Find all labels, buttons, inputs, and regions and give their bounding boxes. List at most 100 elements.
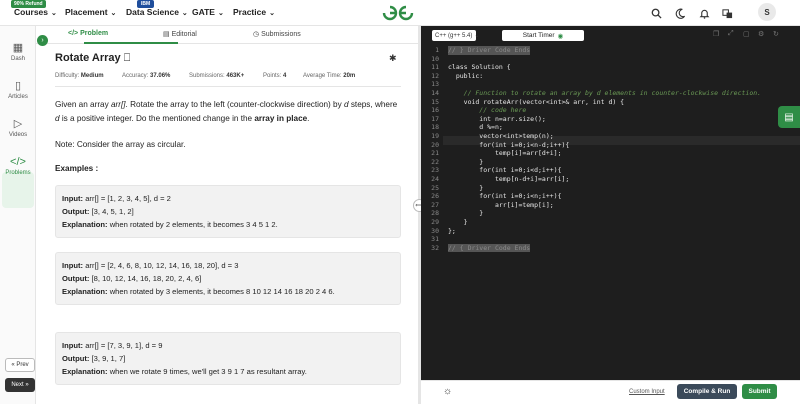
rail-active-highlight [2,172,34,208]
nav-courses[interactable]: Courses ⌄ [14,7,57,17]
code-text: } [448,209,484,218]
code-text: for(int i=0;i<n;i++){ [448,192,562,201]
code-line[interactable]: 12 public: [421,72,800,81]
code-text: } [448,218,468,226]
chat-icon[interactable]: ▤ [778,106,800,128]
code-line[interactable]: 30}; [421,227,800,236]
rail-problems-label: Problems [5,170,31,176]
line-number: 17 [431,114,439,123]
lightbulb-icon[interactable]: ☼ [443,386,452,397]
code-line[interactable]: 32 // { Driver Code Ends [421,243,800,253]
book-icon: ▯ [14,80,22,92]
code-line[interactable]: 13 [421,80,800,89]
search-icon[interactable] [649,6,663,20]
code-line[interactable]: 26 for(int i=0;i<n;i++){ [421,192,800,201]
line-number: 27 [431,200,439,209]
start-timer-button[interactable]: Start Timer ◉ [502,30,584,41]
code-line[interactable]: 20 for(int i=0;i<n-d;i++){ [421,141,800,150]
bell-icon[interactable] [697,6,711,20]
code-line[interactable]: 27 arr[i]=temp[i]; [421,201,800,210]
translate-icon[interactable] [720,6,734,20]
line-number: 21 [431,149,439,158]
reset-icon[interactable]: ↻ [773,30,779,38]
custom-input-link[interactable]: Custom Input [629,389,665,395]
code-text: class Solution { [448,63,511,72]
code-line[interactable]: 29 } [421,218,800,227]
line-number: 31 [431,235,439,244]
next-button[interactable]: Next » [5,378,35,392]
tab-problem[interactable]: </> Problem [68,30,108,37]
line-number: 26 [431,192,439,201]
code-line[interactable]: 17 int n=arr.size(); [421,115,800,124]
settings-icon[interactable]: ⚙ [758,30,764,38]
line-number: 29 [431,218,439,226]
nav-practice[interactable]: Practice ⌄ [233,7,275,17]
expand-icon[interactable]: ⤢ [728,30,734,38]
line-number: 30 [431,226,439,235]
code-line[interactable]: 14 // Function to rotate an array by d e… [421,89,800,98]
code-line[interactable]: 28 } [421,209,800,218]
code-line[interactable]: 11 class Solution { [421,63,800,72]
line-number: 12 [431,71,439,80]
gfg-logo[interactable] [381,4,415,22]
code-line[interactable]: 22 } [421,158,800,167]
tab-submissions[interactable]: ◷ Submissions [253,30,301,38]
code-text: for(int i=0;i<n-d;i++){ [448,140,570,149]
chevron-down-icon: ⌄ [110,10,117,17]
line-number: 20 [431,140,439,149]
code-line[interactable]: 23 for(int i=0;i<d;i++){ [421,166,800,175]
code-line[interactable]: 1 // } Driver Code Ends [421,46,800,55]
nav-placement[interactable]: Placement ⌄ [65,7,116,17]
report-bug-icon[interactable]: ✱ [389,53,397,64]
clock-icon: ◷ [253,31,262,38]
editorial-icon: ▤ [163,31,172,38]
chevron-down-icon: ⌄ [217,10,224,17]
left-rail: ▦ Dash ▯ Articles ▷ Videos </> Problems … [0,26,36,404]
top-navbar: 90% Refund Courses ⌄ Placement ⌄ IBM Data … [0,0,800,26]
problem-title: Rotate Array ⎕ [55,52,131,64]
submit-button[interactable]: Submit [742,384,777,399]
code-text: temp[n-d+i]=arr[i]; [448,175,570,183]
code-line[interactable]: 31 [421,235,800,244]
code-line[interactable]: 25 } [421,184,800,193]
code-text: arr[i]=temp[i]; [448,200,554,209]
compile-run-button[interactable]: Compile & Run [677,384,737,399]
problem-description: Given an array arr[]. Rotate the array t… [55,100,398,123]
fullscreen-icon[interactable]: ▢ [743,30,750,38]
code-line[interactable]: 15 void rotateArr(vector<int>& arr, int … [421,98,800,107]
code-line[interactable]: 16 // code here [421,106,800,115]
line-number: 15 [431,97,439,106]
code-line[interactable]: 19 vector<int>temp(n); [421,132,800,141]
code-text: // code here [448,106,527,115]
code-text: void rotateArr(vector<int>& arr, int d) … [448,97,625,106]
rail-problems[interactable]: </> Problems [0,156,36,176]
rail-videos[interactable]: ▷ Videos [0,117,36,138]
line-number: 14 [431,89,439,97]
code-text: } [448,157,484,166]
code-text: // } Driver Code Ends [448,46,531,55]
tab-editorial[interactable]: ▤ Editorial [163,30,197,38]
code-editor[interactable]: 1 // } Driver Code Ends 10 11 class Solution… [421,44,800,380]
language-select[interactable]: C++ (g++ 5.4) ⌄ [432,30,479,41]
line-number: 19 [431,132,439,140]
collapse-rail-button[interactable]: › [37,35,48,46]
meta-avg-time: Average Time: 20m [303,73,356,79]
code-line[interactable]: 21 temp[i]=arr[d+i]; [421,149,800,158]
rail-articles[interactable]: ▯ Articles [0,79,36,100]
moon-icon[interactable] [673,6,687,20]
code-text: // Function to rotate an array by d elem… [448,89,762,97]
rail-dash[interactable]: ▦ Dash [0,41,36,62]
code-line[interactable]: 18 d %=n; [421,123,800,132]
copy-icon[interactable]: ❐ [713,30,719,38]
code-line[interactable]: 24 temp[n-d+i]=arr[i]; [421,175,800,184]
bookmark-icon[interactable]: ⎕ [124,52,131,64]
nav-data-science[interactable]: Data Science ⌄ [126,7,188,17]
line-number: 25 [431,183,439,192]
grid-icon: ▦ [12,42,24,54]
nav-gate[interactable]: GATE ⌄ [192,7,224,17]
prev-button[interactable]: « Prev [5,358,35,372]
chevron-down-icon: ⌄ [51,10,57,17]
example-explanation: Explanation: when rotated by 3 elements,… [62,287,335,296]
avatar[interactable]: S [758,3,776,21]
code-line[interactable]: 10 [421,55,800,64]
